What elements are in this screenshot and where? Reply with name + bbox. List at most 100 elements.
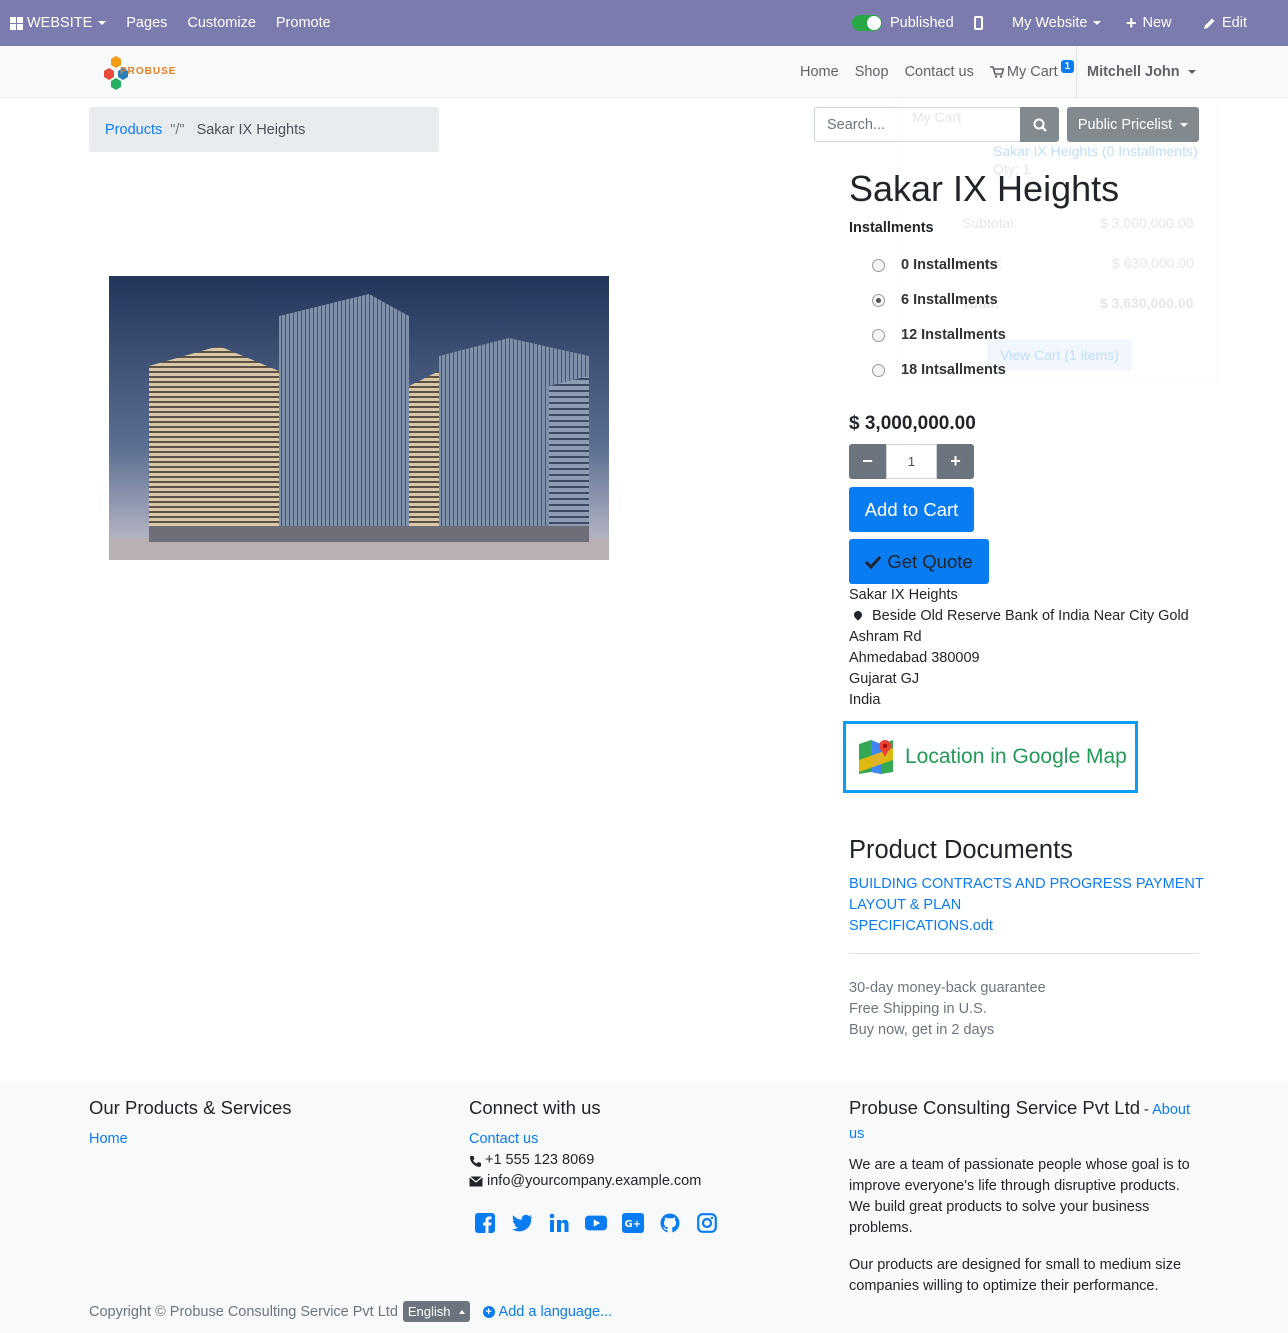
product-documents-title: Product Documents: [849, 836, 1073, 864]
radio-icon[interactable]: [872, 363, 885, 377]
website-menu[interactable]: WEBSITE: [0, 0, 116, 46]
language-selector[interactable]: English: [402, 1301, 470, 1322]
map-marker-icon: [852, 609, 864, 621]
document-link[interactable]: SPECIFICATIONS.odt: [849, 916, 1204, 937]
linkedin-icon[interactable]: [548, 1212, 570, 1234]
google-plus-icon[interactable]: G+: [622, 1212, 644, 1234]
divider: [849, 953, 1199, 954]
customize-menu[interactable]: Customize: [177, 0, 266, 46]
copyright-text: Copyright © Probuse Consulting Service P…: [89, 1303, 398, 1320]
address-line2: Ashram Rd: [849, 629, 922, 645]
get-quote-button[interactable]: Get Quote: [849, 539, 989, 584]
installments-label: Installments: [849, 220, 934, 236]
radio-icon[interactable]: [872, 258, 885, 272]
buildings-image: [109, 276, 609, 560]
guarantee-line: 30-day money-back guarantee: [849, 980, 1046, 996]
installment-option-6[interactable]: 6 Installments: [872, 292, 998, 308]
my-website-menu[interactable]: My Website: [1002, 0, 1111, 46]
increase-quantity-button[interactable]: +: [937, 444, 974, 479]
nav-home-link[interactable]: Home: [800, 64, 839, 80]
user-menu[interactable]: Mitchell John: [1076, 46, 1196, 98]
add-language-link[interactable]: + Add a language...: [482, 1303, 613, 1320]
mobile-preview-button[interactable]: [964, 0, 993, 46]
quantity-input[interactable]: [886, 444, 937, 479]
my-website-label: My Website: [1012, 15, 1088, 31]
new-button[interactable]: + New: [1116, 0, 1182, 46]
product-address: Sakar IX Heights Beside Old Reserve Bank…: [849, 585, 1189, 711]
plus-icon: +: [1126, 12, 1137, 33]
product-image: [109, 276, 609, 560]
caret-down-icon: [1187, 70, 1196, 74]
breadcrumb-products-link[interactable]: Products: [105, 122, 162, 138]
footer-about-para2: Our products are designed for small to m…: [849, 1257, 1182, 1294]
cart-icon: [989, 66, 1004, 78]
breadcrumb: Products "/" Sakar IX Heights: [89, 107, 439, 152]
mobile-icon: [974, 16, 983, 30]
edit-button[interactable]: Edit: [1193, 0, 1257, 46]
github-icon[interactable]: [659, 1212, 681, 1234]
address-name: Sakar IX Heights: [849, 587, 958, 603]
installment-option-label: 12 Installments: [901, 327, 1006, 343]
radio-icon[interactable]: [872, 328, 885, 342]
breadcrumb-current: Sakar IX Heights: [196, 121, 306, 138]
plus-icon: +: [950, 451, 961, 471]
company-logo[interactable]: PROBUSE: [100, 54, 175, 90]
product-title: Sakar IX Heights: [849, 168, 1120, 209]
footer-about-us-link[interactable]: us: [849, 1126, 864, 1142]
footer-dash: -: [1140, 1102, 1153, 1118]
document-link[interactable]: LAYOUT & PLAN: [849, 895, 1204, 916]
quantity-stepper: − +: [849, 444, 974, 479]
guarantee-line: Buy now, get in 2 days: [849, 1022, 995, 1038]
installment-option-0[interactable]: 0 Installments: [872, 257, 998, 273]
guarantee-line: Free Shipping in U.S.: [849, 1001, 987, 1017]
pages-menu[interactable]: Pages: [116, 0, 177, 46]
caret-up-icon: [458, 1309, 465, 1314]
guarantee-info: 30-day money-back guarantee Free Shippin…: [849, 978, 1046, 1041]
instagram-icon[interactable]: [696, 1212, 718, 1234]
get-quote-label: Get Quote: [887, 550, 973, 572]
plus-circle-icon: +: [482, 1305, 495, 1318]
language-label: English: [407, 1304, 451, 1319]
envelope-icon: [469, 1176, 483, 1187]
site-navbar: PROBUSE Home Shop Contact us My Cart 1 M…: [0, 46, 1288, 98]
footer-home-link[interactable]: Home: [89, 1131, 128, 1147]
nav-cart-link[interactable]: My Cart 1: [989, 59, 1075, 80]
address-line3: Ahmedabad 380009: [849, 650, 980, 666]
google-maps-icon: [859, 740, 893, 774]
installment-option-12[interactable]: 12 Installments: [872, 327, 1006, 343]
nav-shop-link[interactable]: Shop: [855, 64, 889, 80]
radio-checked-icon[interactable]: [872, 293, 885, 307]
add-to-cart-button[interactable]: Add to Cart: [849, 487, 974, 532]
installment-option-18[interactable]: 18 Intsallments: [872, 362, 1006, 378]
google-map-label: Location in Google Map: [905, 745, 1127, 768]
youtube-icon[interactable]: [585, 1212, 607, 1234]
edit-label: Edit: [1222, 15, 1247, 31]
published-toggle[interactable]: Published: [842, 0, 964, 46]
footer-contact-link[interactable]: Contact us: [469, 1131, 538, 1147]
footer-about-link[interactable]: About: [1152, 1102, 1190, 1118]
google-map-link[interactable]: Location in Google Map: [843, 721, 1138, 793]
new-label: New: [1142, 15, 1172, 31]
promote-menu[interactable]: Promote: [266, 0, 341, 46]
caret-down-icon: [1093, 21, 1102, 25]
footer-about-para1: We are a team of passionate people whose…: [849, 1157, 1190, 1236]
decrease-quantity-button[interactable]: −: [849, 444, 886, 479]
twitter-icon[interactable]: [511, 1212, 533, 1234]
view-cart-button[interactable]: View Cart (1 items): [987, 339, 1132, 371]
cart-popover-title: My Cart: [912, 109, 961, 125]
add-language-label: Add a language...: [498, 1303, 613, 1320]
cart-popover-item[interactable]: Sakar IX Heights (0 Installments): [993, 143, 1198, 159]
footer-products-column: Our Products & Services Home: [89, 1097, 292, 1150]
toggle-switch-icon: [852, 15, 882, 31]
installment-option-label: 0 Installments: [901, 257, 998, 273]
nav-contact-link[interactable]: Contact us: [905, 64, 974, 80]
footer-about-column: Probuse Consulting Service Pvt Ltd - Abo…: [849, 1097, 1199, 1313]
breadcrumb-separator: "/": [170, 121, 185, 138]
address-line1: Beside Old Reserve Bank of India Near Ci…: [872, 608, 1189, 624]
cart-popover-subtotal-label: Subtotal:: [962, 215, 1018, 231]
cart-label: My Cart: [1006, 64, 1058, 80]
document-link[interactable]: BUILDING CONTRACTS AND PROGRESS PAYMENT: [849, 874, 1204, 895]
footer-connect-column: Connect with us Contact us +1 555 123 80…: [469, 1097, 718, 1234]
facebook-icon[interactable]: [474, 1212, 496, 1234]
installment-option-label: 18 Intsallments: [901, 362, 1006, 378]
